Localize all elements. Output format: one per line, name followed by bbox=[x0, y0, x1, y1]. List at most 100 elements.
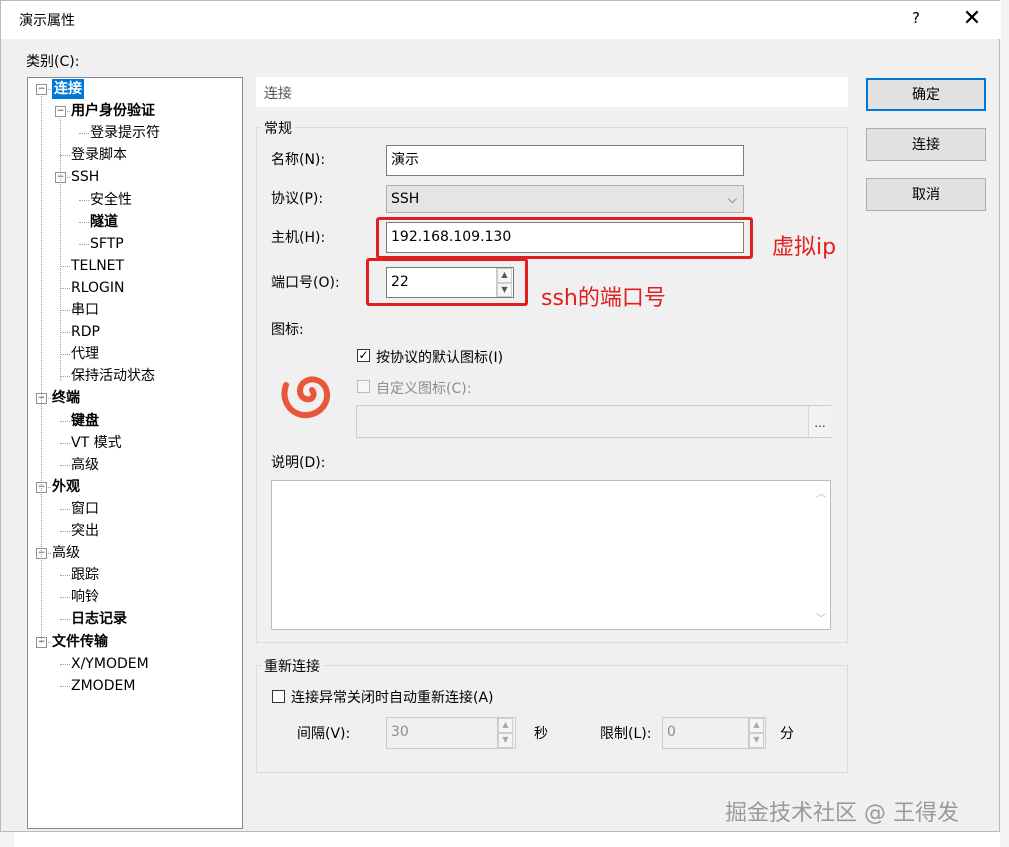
default-icon-label: 按协议的默认图标(I) bbox=[376, 350, 504, 366]
ssh-protocol-icon bbox=[278, 371, 332, 419]
tree-connector bbox=[79, 199, 89, 201]
tree-item[interactable]: 连接 bbox=[52, 79, 84, 99]
port-highlight-box bbox=[366, 258, 528, 306]
limit-unit: 分 bbox=[780, 726, 794, 742]
tree-item[interactable]: 用户身份验证 bbox=[71, 101, 155, 121]
tree-connector bbox=[60, 442, 70, 444]
name-input[interactable]: 演示 bbox=[386, 145, 744, 176]
tree-connector bbox=[60, 508, 70, 510]
ok-button[interactable]: 确定 bbox=[866, 78, 986, 111]
tree-item[interactable]: 串口 bbox=[71, 300, 99, 320]
description-scrollbar[interactable]: ︿ ﹀ bbox=[812, 481, 830, 629]
description-textarea[interactable]: ︿ ﹀ bbox=[271, 480, 831, 630]
tree-item[interactable]: SFTP bbox=[90, 234, 124, 254]
tree-item[interactable]: RLOGIN bbox=[71, 278, 125, 298]
tree-item[interactable]: 响铃 bbox=[71, 587, 99, 607]
tree-connector bbox=[60, 685, 70, 687]
tree-connector bbox=[60, 597, 70, 599]
spin-down-icon[interactable]: ▼ bbox=[749, 733, 764, 748]
tree-item[interactable]: 代理 bbox=[71, 344, 99, 364]
tree-connector bbox=[60, 420, 70, 422]
interval-label: 间隔(V): bbox=[297, 726, 351, 742]
port-annotation: ssh的端口号 bbox=[541, 286, 666, 311]
tree-item[interactable]: 隧道 bbox=[90, 212, 118, 232]
tree-item[interactable]: 终端 bbox=[52, 388, 80, 408]
tree-connector bbox=[60, 575, 70, 577]
category-tree[interactable]: 连接 − 用户身份验证 − 登录提示符 登录脚本 SSH − 安全性 隧道 SFTP TELNET RL… bbox=[27, 77, 243, 829]
help-button[interactable]: ? bbox=[906, 9, 926, 31]
tree-item[interactable]: 日志记录 bbox=[71, 609, 127, 629]
connect-button[interactable]: 连接 bbox=[866, 128, 986, 161]
browse-button[interactable]: ... bbox=[808, 406, 831, 437]
host-highlight-box bbox=[376, 217, 753, 259]
panel-header-title: 连接 bbox=[264, 86, 292, 102]
tree-item[interactable]: 登录脚本 bbox=[71, 145, 127, 165]
tree-item[interactable]: 窗口 bbox=[71, 499, 99, 519]
tree-connector bbox=[60, 663, 70, 665]
tree-item[interactable]: 安全性 bbox=[90, 190, 132, 210]
custom-icon-checkbox[interactable] bbox=[357, 380, 370, 393]
title-bar bbox=[1, 1, 1001, 39]
spin-up-icon[interactable]: ▲ bbox=[498, 718, 513, 733]
panel-header bbox=[256, 77, 848, 107]
tree-item[interactable]: 登录提示符 bbox=[90, 123, 160, 143]
port-label: 端口号(O): bbox=[271, 275, 340, 291]
tree-connector bbox=[79, 221, 89, 223]
reconnect-group-title: 重新连接 bbox=[261, 656, 323, 676]
chevron-down-icon: ⌵ bbox=[727, 192, 737, 206]
spin-up-icon[interactable]: ▲ bbox=[749, 718, 764, 733]
custom-icon-label: 自定义图标(C): bbox=[376, 381, 472, 397]
protocol-label: 协议(P): bbox=[271, 191, 324, 207]
host-label: 主机(H): bbox=[271, 230, 326, 246]
tree-item[interactable]: ZMODEM bbox=[71, 676, 135, 696]
general-group-title: 常规 bbox=[261, 118, 295, 138]
tree-guide-line bbox=[60, 116, 61, 382]
tree-item[interactable]: 突出 bbox=[71, 521, 99, 541]
tree-item[interactable]: 保持活动状态 bbox=[71, 366, 155, 386]
tree-item[interactable]: 键盘 bbox=[71, 411, 99, 431]
tree-connector bbox=[60, 354, 70, 356]
scroll-down-icon[interactable]: ﹀ bbox=[816, 610, 826, 625]
custom-icon-path-input[interactable] bbox=[356, 405, 831, 438]
tree-item[interactable]: VT 模式 bbox=[71, 433, 122, 453]
interval-spinner[interactable]: ▲ ▼ bbox=[497, 718, 513, 748]
protocol-select[interactable]: SSH ⌵ bbox=[386, 185, 744, 213]
host-annotation: 虚拟ip bbox=[772, 235, 837, 260]
tree-connector bbox=[60, 310, 70, 311]
limit-spinner[interactable]: ▲ ▼ bbox=[748, 718, 764, 748]
auto-reconnect-checkbox[interactable] bbox=[272, 690, 285, 703]
tree-item[interactable]: RDP bbox=[71, 322, 100, 342]
protocol-value: SSH bbox=[391, 191, 420, 207]
tree-item[interactable]: 跟踪 bbox=[71, 565, 99, 585]
spin-down-icon[interactable]: ▼ bbox=[498, 733, 513, 748]
close-button[interactable]: ✕ bbox=[961, 7, 983, 31]
tree-guide-line bbox=[41, 94, 42, 643]
background-window-strip-right bbox=[1000, 0, 1009, 847]
tree-item[interactable]: X/YMODEM bbox=[71, 654, 149, 674]
tree-connector bbox=[60, 332, 70, 334]
session-properties-dialog: 演示属性 ? ✕ 类别(C): 连接 − 用户身份验证 − 登录提示符 登录脚本 SSH − 安… bbox=[0, 0, 1001, 832]
description-label: 说明(D): bbox=[271, 455, 326, 471]
tree-connector bbox=[60, 464, 70, 466]
tree-item[interactable]: 高级 bbox=[71, 455, 99, 475]
tree-item[interactable]: 高级 bbox=[52, 543, 80, 563]
name-label: 名称(N): bbox=[271, 152, 326, 168]
tree-connector bbox=[60, 531, 70, 532]
tree-item[interactable]: 外观 bbox=[52, 477, 80, 497]
interval-value: 30 bbox=[391, 724, 409, 740]
scroll-up-icon[interactable]: ︿ bbox=[816, 485, 826, 500]
tree-connector bbox=[60, 619, 70, 621]
tree-connector bbox=[60, 287, 70, 289]
tree-item[interactable]: TELNET bbox=[71, 256, 124, 276]
tree-item[interactable]: 文件传输 bbox=[52, 632, 108, 652]
tree-item[interactable]: SSH bbox=[71, 167, 99, 187]
default-icon-checkbox[interactable]: ✓ bbox=[357, 349, 370, 362]
limit-label: 限制(L): bbox=[600, 726, 652, 742]
auto-reconnect-label: 连接异常关闭时自动重新连接(A) bbox=[291, 690, 494, 706]
icon-label: 图标: bbox=[271, 322, 304, 338]
tree-connector bbox=[60, 155, 70, 157]
limit-value: 0 bbox=[667, 724, 676, 740]
tree-connector bbox=[60, 376, 70, 378]
cancel-button[interactable]: 取消 bbox=[866, 178, 986, 211]
tree-connector bbox=[79, 243, 89, 245]
